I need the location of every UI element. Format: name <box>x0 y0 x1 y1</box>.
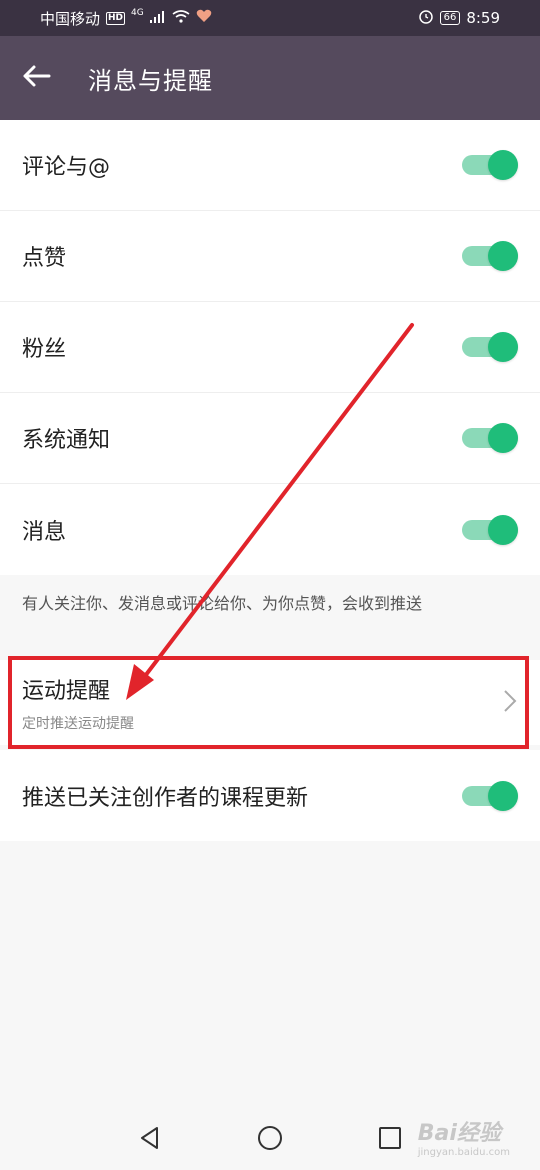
hd-badge: HD <box>106 11 126 25</box>
nav-home-button[interactable] <box>250 1120 290 1160</box>
signal-icon <box>149 9 166 27</box>
sport-reminder-text: 运动提醒 定时推送运动提醒 <box>22 673 134 733</box>
toggle-label: 消息 <box>22 519 67 545</box>
circle-home-icon <box>256 1124 284 1156</box>
baidu-watermark: Bai经验 jingyan.baidu.com <box>418 1115 510 1158</box>
battery-level: 66 <box>439 11 461 25</box>
course-update-row: 推送已关注创作者的课程更新 <box>0 750 540 841</box>
toggle-row-likes: 点赞 <box>0 211 540 302</box>
clock-time: 8:59 <box>466 9 500 27</box>
watermark-url: jingyan.baidu.com <box>417 1147 510 1158</box>
square-recents-icon <box>377 1125 403 1155</box>
toggle-row-system: 系统通知 <box>0 393 540 484</box>
sport-reminder-row[interactable]: 运动提醒 定时推送运动提醒 <box>0 660 540 745</box>
nav-back-button[interactable] <box>130 1120 170 1160</box>
system-notice-toggle-switch[interactable] <box>462 423 518 453</box>
course-update-toggle-switch[interactable] <box>462 780 518 811</box>
page-title: 消息与提醒 <box>88 66 213 95</box>
messages-toggle-switch[interactable] <box>462 514 518 545</box>
comments-toggle-switch[interactable] <box>462 150 518 180</box>
alarm-icon <box>418 8 434 28</box>
course-update-label: 推送已关注创作者的课程更新 <box>22 785 309 811</box>
network-type: 4G <box>131 8 144 18</box>
back-button[interactable] <box>0 36 76 120</box>
sport-reminder-title: 运动提醒 <box>22 678 111 704</box>
notification-toggle-list: 评论与@ 点赞 粉丝 系统通知 消息 <box>0 120 540 575</box>
nav-recents-button[interactable] <box>370 1120 410 1160</box>
toggle-row-fans: 粉丝 <box>0 302 540 393</box>
app-header: 消息与提醒 <box>0 36 540 120</box>
status-bar: 中国移动 HD 4G 66 8:59 <box>0 0 540 36</box>
toggle-label: 系统通知 <box>22 428 111 453</box>
toggle-row-messages: 消息 <box>0 484 540 575</box>
watermark-brand: Bai经验 <box>417 1121 501 1146</box>
triangle-back-icon <box>137 1125 163 1155</box>
carrier-name: 中国移动 <box>40 9 101 28</box>
toggle-label: 点赞 <box>22 246 67 271</box>
fans-toggle-switch[interactable] <box>462 332 518 362</box>
toggle-row-comments: 评论与@ <box>0 120 540 211</box>
back-arrow-icon <box>21 64 51 92</box>
heart-icon <box>196 9 212 27</box>
push-description-note: 有人关注你、发消息或评论给你、为你点赞，会收到推送 <box>22 594 423 613</box>
status-left: 中国移动 HD 4G <box>40 8 212 29</box>
toggle-label: 评论与@ <box>22 155 111 180</box>
toggle-label: 粉丝 <box>22 337 67 362</box>
chevron-right-icon <box>502 688 518 718</box>
sport-reminder-subtitle: 定时推送运动提醒 <box>22 715 134 732</box>
likes-toggle-switch[interactable] <box>462 241 518 271</box>
wifi-icon <box>172 9 190 27</box>
status-right: 66 8:59 <box>418 8 500 28</box>
